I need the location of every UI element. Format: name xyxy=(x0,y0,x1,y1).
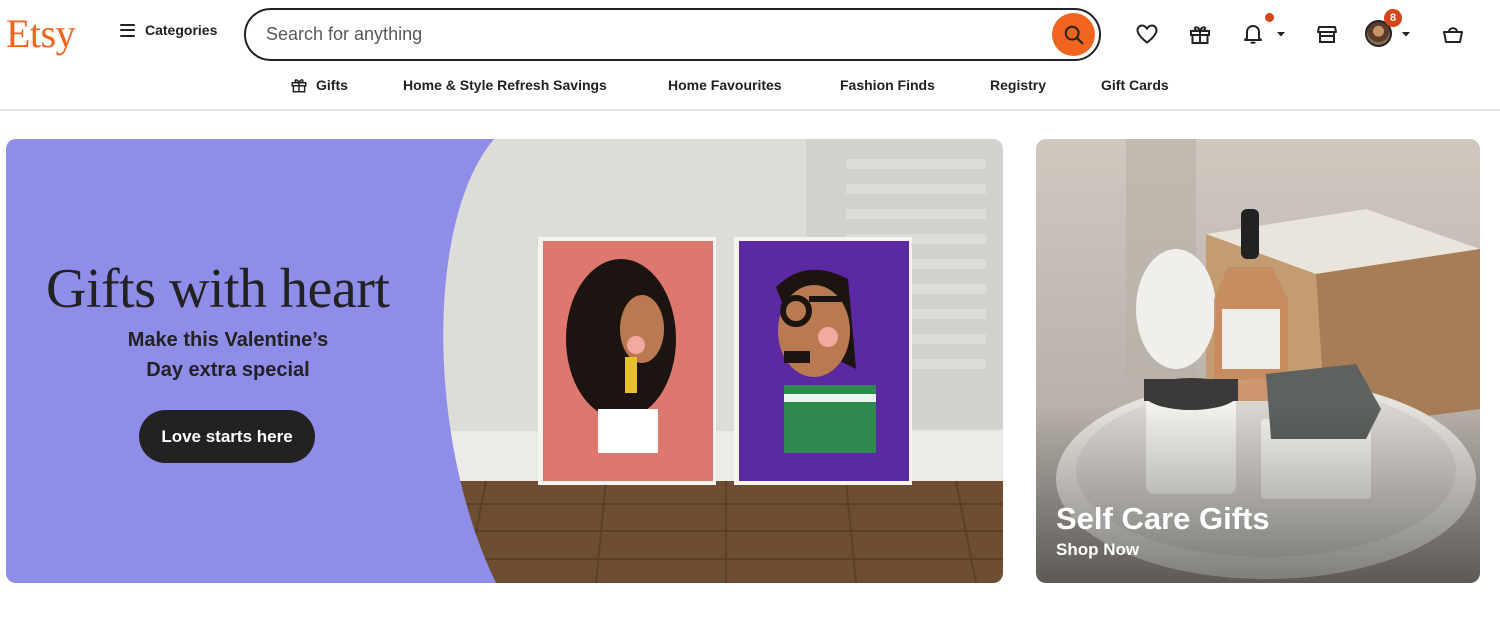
subnav-item-gift-cards[interactable]: Gift Cards xyxy=(1101,75,1169,95)
chevron-down-icon xyxy=(1277,32,1285,37)
cart-button[interactable] xyxy=(1440,18,1466,50)
search-button[interactable] xyxy=(1052,13,1095,56)
hamburger-menu-icon xyxy=(120,23,135,37)
categories-label: Categories xyxy=(145,22,218,38)
search-input[interactable] xyxy=(266,10,1046,59)
hero-banner[interactable]: Gifts with heart Make this Valentine’s D… xyxy=(6,139,1003,583)
gift-icon xyxy=(1190,26,1210,44)
notifications-button[interactable] xyxy=(1240,13,1288,50)
subnav-item-label: Home Favourites xyxy=(668,77,782,93)
subnav-item-registry[interactable]: Registry xyxy=(990,75,1046,95)
promo-title: Self Care Gifts xyxy=(1056,501,1270,536)
gift-icon xyxy=(291,79,307,93)
search-bar xyxy=(244,8,1101,61)
subnav-item-label: Home & Style Refresh Savings xyxy=(403,77,607,93)
subnav-item-label: Gift Cards xyxy=(1101,77,1169,93)
shop-manager-button[interactable] xyxy=(1313,18,1341,50)
subnav-item-label: Gifts xyxy=(316,77,348,93)
subnav-item-home-favourites[interactable]: Home Favourites xyxy=(668,75,782,95)
chevron-down-icon xyxy=(1402,32,1410,37)
subnav-item-label: Registry xyxy=(990,77,1047,93)
subnav-item-fashion-finds[interactable]: Fashion Finds xyxy=(840,75,935,95)
subnav-item-label: Fashion Finds xyxy=(840,77,935,93)
category-subnav: Gifts Home & Style Refresh Savings Home … xyxy=(0,68,1500,110)
self-care-promo-card[interactable]: Self Care Gifts Shop Now xyxy=(1036,139,1480,583)
gift-mode-button[interactable] xyxy=(1186,18,1214,50)
bell-icon xyxy=(1244,25,1262,44)
hero-subtitle: Make this Valentine’s Day extra special xyxy=(78,325,378,385)
categories-button[interactable]: Categories xyxy=(120,22,217,38)
shopping-basket-icon xyxy=(1443,27,1463,43)
etsy-logo[interactable]: Etsy xyxy=(6,10,76,58)
search-icon xyxy=(1064,25,1083,44)
subnav-item-gifts[interactable]: Gifts xyxy=(290,75,348,95)
shop-icon xyxy=(1317,26,1337,43)
hero-subtitle-line2: Day extra special xyxy=(146,359,310,381)
header-divider xyxy=(0,109,1500,111)
favorites-button[interactable] xyxy=(1133,18,1161,50)
hero-title: Gifts with heart xyxy=(46,258,390,320)
subnav-item-home-style-refresh[interactable]: Home & Style Refresh Savings xyxy=(403,75,607,95)
account-badge-count: 8 xyxy=(1384,9,1402,27)
account-menu-button[interactable]: 8 xyxy=(1365,9,1415,50)
heart-icon xyxy=(1136,24,1158,44)
notification-dot xyxy=(1265,13,1274,22)
promo-shop-now-link[interactable]: Shop Now xyxy=(1056,540,1139,560)
hero-subtitle-line1: Make this Valentine’s xyxy=(127,329,329,351)
hero-cta-button[interactable]: Love starts here xyxy=(139,410,315,463)
